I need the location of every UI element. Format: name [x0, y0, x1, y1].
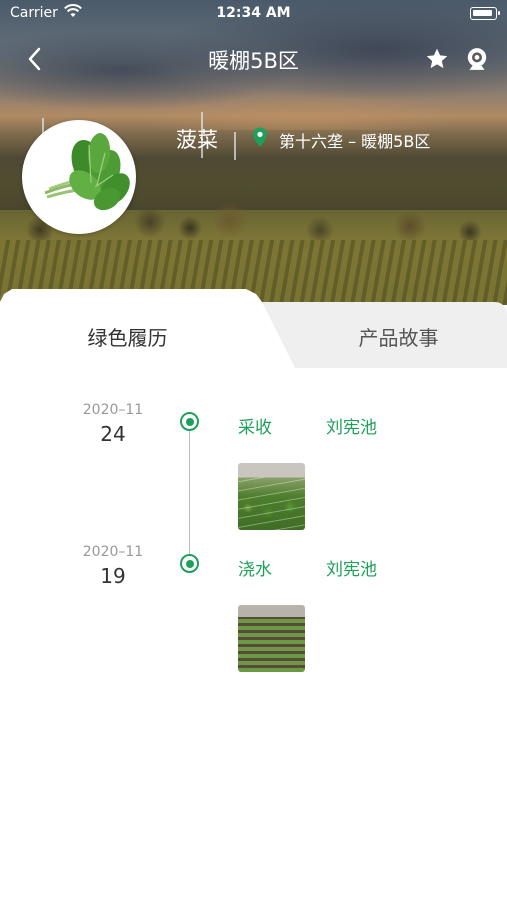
camera-button[interactable] — [464, 46, 490, 72]
timeline-dot-icon — [180, 412, 199, 431]
favorite-button[interactable] — [424, 46, 450, 72]
tab-bar: 产品故事 绿色履历 — [0, 288, 507, 368]
entry-action: 浇水 — [238, 560, 272, 580]
product-name: 菠菜 — [176, 128, 218, 152]
clock: 12:34 AM — [216, 5, 291, 21]
entry-photo[interactable] — [238, 463, 305, 530]
product-avatar — [22, 120, 136, 234]
timeline-entry: 2020–11 24 采收 刘宪池 — [0, 402, 507, 544]
timeline-dot-icon — [180, 554, 199, 573]
entry-person: 刘宪池 — [326, 560, 377, 580]
entry-day: 24 — [100, 422, 126, 446]
tab-label: 绿色履历 — [87, 326, 168, 350]
entry-year-month: 2020–11 — [82, 402, 144, 418]
status-bar: Carrier 12:34 AM — [0, 0, 507, 28]
entry-action: 采收 — [238, 418, 272, 438]
entry-photo[interactable] — [238, 605, 305, 672]
entry-year-month: 2020–11 — [82, 544, 144, 560]
tab-label: 产品故事 — [358, 326, 439, 350]
tab-product-story[interactable]: 产品故事 — [290, 302, 507, 368]
star-icon — [426, 48, 448, 69]
webcam-icon — [467, 48, 487, 70]
spinach-image — [25, 123, 133, 231]
wind-turbine — [234, 132, 236, 160]
battery-icon — [470, 7, 500, 20]
tab-green-record[interactable]: 绿色履历 — [0, 289, 295, 368]
map-pin-icon — [253, 127, 267, 147]
product-location: 第十六垄 – 暖棚5B区 — [279, 132, 431, 151]
entry-day: 19 — [100, 564, 126, 588]
entry-person: 刘宪池 — [326, 418, 377, 438]
timeline-entry: 2020–11 19 浇水 刘宪池 — [0, 544, 507, 686]
